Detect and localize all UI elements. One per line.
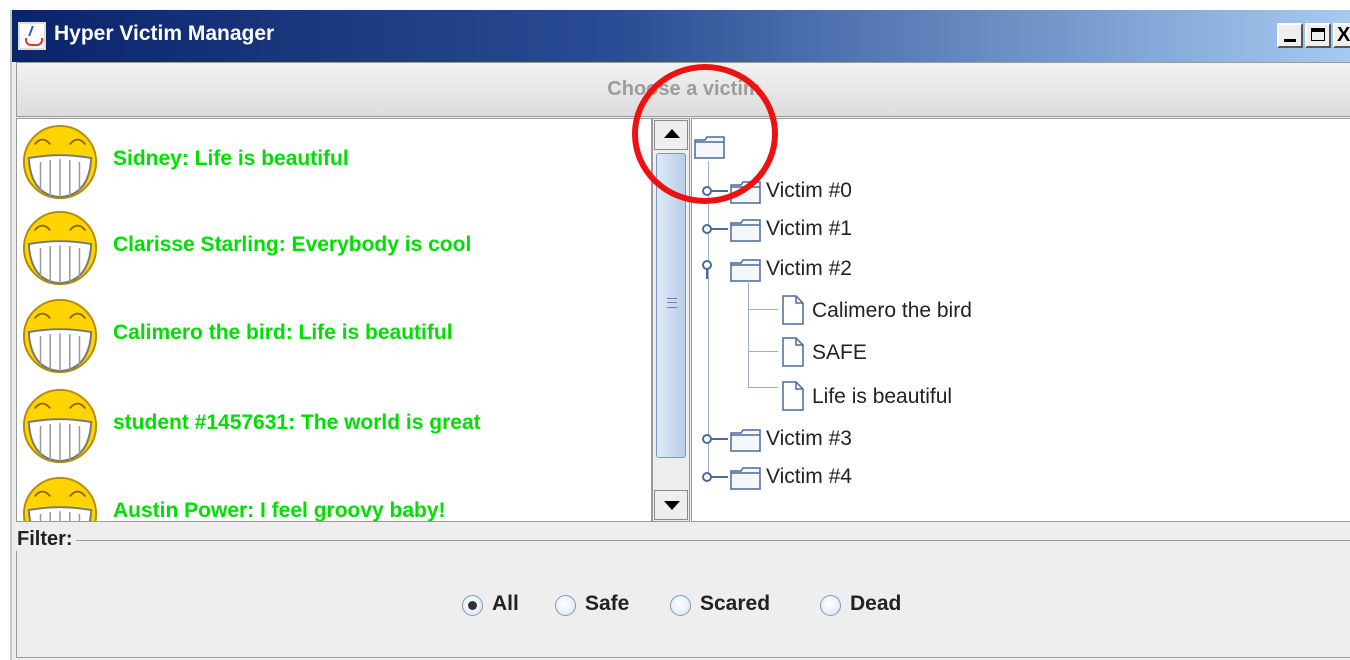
tree-node-label: Victim #0 [766,179,852,202]
folder-icon [730,219,761,242]
collapsed-toggle-icon[interactable] [702,470,728,484]
radio-unselected-icon[interactable] [555,595,576,616]
laughing-smiley-icon [22,210,98,286]
arrow-down-icon [664,501,680,510]
message-text: Austin Power: I feel groovy baby! [113,499,446,522]
tree-leaf-label: SAFE [812,341,867,364]
tree-leaf-label: Calimero the bird [812,299,972,322]
message-text: Clarisse Starling: Everybody is cool [113,233,472,256]
victim-tree[interactable]: Victim #0 Victim #1 Victim #2 Calimero t… [691,118,1350,522]
vertical-scrollbar[interactable] [652,118,690,522]
minimize-button[interactable] [1277,23,1303,48]
scroll-down-button[interactable] [654,490,688,520]
tree-line [748,309,778,310]
laughing-smiley-icon [22,388,98,464]
tree-leaf[interactable]: Calimero the bird [782,295,1042,329]
arrow-up-icon [664,129,680,138]
tree-line [748,387,778,388]
tree-node-label: Victim #1 [766,217,852,240]
radio-label: Dead [850,592,902,615]
grip-icon [667,298,677,308]
tree-node-victim-4[interactable]: Victim #4 [702,463,922,493]
laughing-smiley-icon [22,476,98,521]
document-icon [782,381,804,411]
radio-selected-icon[interactable] [462,595,483,616]
tree-node-label: Victim #2 [766,257,852,280]
radio-all[interactable]: All [462,592,542,622]
expanded-toggle-icon[interactable] [702,259,728,279]
minimize-icon [1284,39,1296,42]
message-text: Sidney: Life is beautiful [113,147,349,170]
root-folder-icon[interactable] [694,135,726,159]
document-icon [782,295,804,325]
list-item[interactable]: Calimero the bird: Life is beautiful [21,297,641,383]
radio-dead[interactable]: Dead [820,592,930,622]
radio-scared[interactable]: Scared [670,592,800,622]
tree-node-victim-3[interactable]: Victim #3 [702,425,922,455]
tree-node-victim-1[interactable]: Victim #1 [702,215,922,245]
scrollbar-thumb[interactable] [656,153,686,458]
radio-unselected-icon[interactable] [670,595,691,616]
list-item[interactable]: Clarisse Starling: Everybody is cool [21,209,641,295]
split-pane: Sidney: Life is beautiful Clarisse Starl… [16,118,1350,522]
message-text: Calimero the bird: Life is beautiful [113,321,453,344]
folder-icon [730,429,761,452]
filter-title: Filter: [14,528,76,551]
document-icon [782,337,804,367]
folder-icon [730,259,761,282]
radio-label: Safe [585,592,630,615]
tree-leaf[interactable]: Life is beautiful [782,381,1042,415]
radio-label: All [492,592,519,615]
tree-node-label: Victim #3 [766,427,852,450]
java-app-icon [18,22,46,50]
laughing-smiley-icon [22,298,98,374]
radio-label: Scared [700,592,771,615]
scroll-up-button[interactable] [654,120,688,150]
tree-line [748,281,749,387]
list-item[interactable]: Sidney: Life is beautiful [21,123,641,209]
collapsed-toggle-icon[interactable] [702,184,728,198]
close-button[interactable]: X [1333,23,1350,48]
radio-unselected-icon[interactable] [820,595,841,616]
tree-node-label: Victim #4 [766,465,852,488]
list-item[interactable]: Austin Power: I feel groovy baby! [21,475,641,522]
folder-icon [730,181,761,204]
maximize-button[interactable] [1305,23,1331,48]
laughing-smiley-icon [22,124,98,200]
radio-safe[interactable]: Safe [555,592,655,622]
message-text: student #1457631: The world is great [113,411,481,434]
tree-node-victim-2[interactable]: Victim #2 [702,255,922,285]
window-title: Hyper Victim Manager [54,22,275,45]
tree-leaf[interactable]: SAFE [782,337,942,371]
title-bar[interactable]: Hyper Victim Manager X [12,10,1350,62]
tree-line [748,351,778,352]
message-list[interactable]: Sidney: Life is beautiful Clarisse Starl… [16,118,652,522]
collapsed-toggle-icon[interactable] [702,432,728,446]
list-item[interactable]: student #1457631: The world is great [21,387,641,473]
radio-dot [468,601,477,610]
choose-victim-label: Choose a victim [16,62,1350,117]
tree-leaf-label: Life is beautiful [812,385,953,408]
close-icon: X [1337,24,1350,46]
collapsed-toggle-icon[interactable] [702,222,728,236]
filter-radio-group: All Safe Scared Dead [462,592,942,622]
maximize-icon [1311,28,1325,41]
tree-node-victim-0[interactable]: Victim #0 [702,177,922,207]
app-window: Hyper Victim Manager X Choose a victim S… [10,10,1350,660]
folder-icon [730,467,761,490]
